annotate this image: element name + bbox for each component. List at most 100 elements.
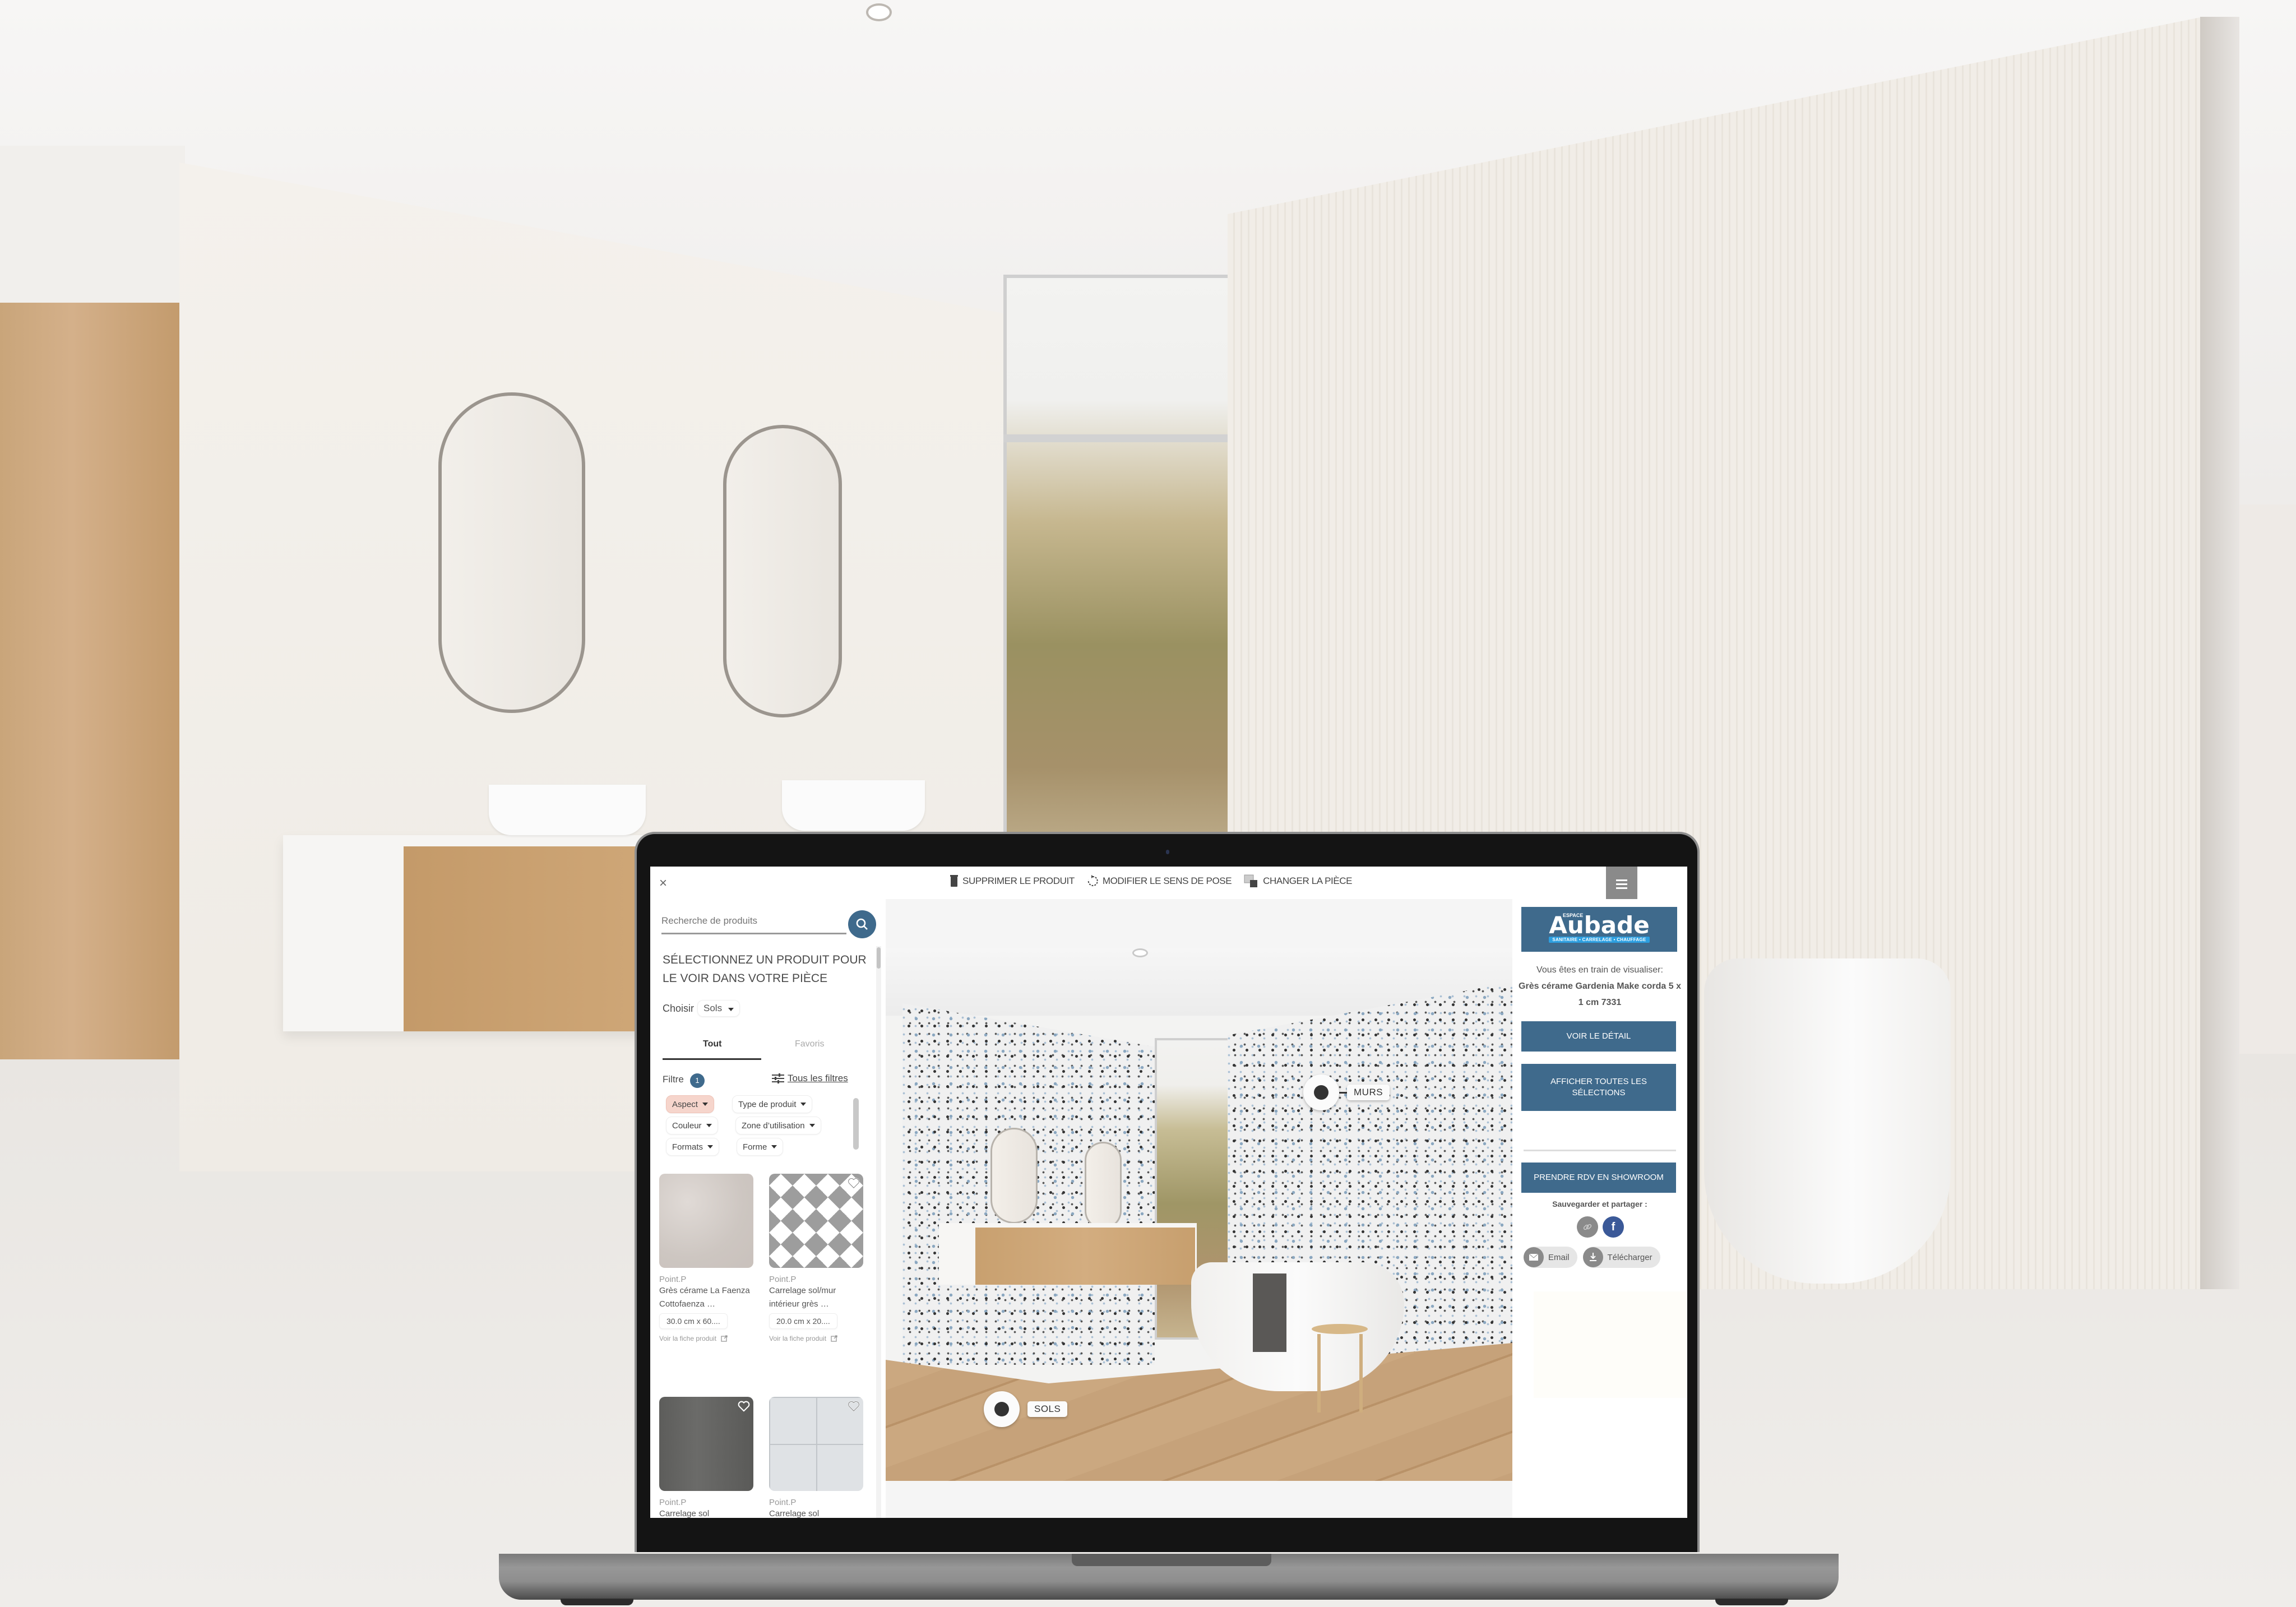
- room-render[interactable]: MURS SOLS: [886, 948, 1512, 1481]
- product-thumbnail[interactable]: [769, 1397, 863, 1491]
- render-vanity-drawers: [975, 1228, 1195, 1285]
- menu-button[interactable]: [1606, 867, 1637, 901]
- chip-label: Type de produit: [738, 1099, 797, 1109]
- product-thumbnail[interactable]: [769, 1174, 863, 1268]
- surface-select-value: Sols: [703, 1003, 723, 1013]
- chip-zone-utilisation[interactable]: Zone d’utilisation: [735, 1117, 821, 1134]
- hamburger-icon-line: [1616, 887, 1627, 889]
- download-button[interactable]: Télécharger: [1582, 1247, 1660, 1268]
- hamburger-icon-line: [1616, 879, 1627, 881]
- tab-favoris[interactable]: Favoris: [795, 1039, 824, 1049]
- bg-wall-edge: [2200, 17, 2239, 1289]
- heart-icon[interactable]: [848, 1177, 860, 1189]
- search-input[interactable]: [661, 911, 846, 930]
- surface-select[interactable]: Sols: [697, 1000, 740, 1017]
- product-sheet-link[interactable]: Voir la fiche produit: [769, 1335, 864, 1342]
- laptop-hinge-notch: [1072, 1554, 1271, 1566]
- delete-product-button[interactable]: SUPPRIMER LE PRODUIT: [950, 875, 1075, 887]
- app-screen: × SUPPRIMER LE PRODUIT MODIFIER LE SENS …: [650, 867, 1687, 1518]
- choose-label: Choisir: [663, 1002, 695, 1014]
- change-direction-label: MODIFIER LE SENS DE POSE: [1102, 876, 1232, 886]
- email-label: Email: [1548, 1252, 1570, 1262]
- product-card[interactable]: Point.P Carrelage sol/mur intérieur grès…: [769, 1174, 864, 1342]
- facebook-share-button[interactable]: f: [1603, 1216, 1624, 1238]
- choose-surface-row: Choisir Sols: [663, 1000, 740, 1017]
- chip-type-de-produit[interactable]: Type de produit: [732, 1095, 813, 1113]
- change-direction-button[interactable]: MODIFIER LE SENS DE POSE: [1087, 875, 1232, 887]
- search-button[interactable]: [848, 910, 876, 938]
- filter-label: Filtre: [663, 1074, 684, 1085]
- book-showroom-button[interactable]: PRENDRE RDV EN SHOWROOM: [1521, 1163, 1676, 1193]
- render-mirror-right: [1085, 1142, 1122, 1229]
- hotspot-dot-icon: [994, 1402, 1009, 1416]
- panel-scrollbar-track[interactable]: [876, 946, 881, 1518]
- hotspot-ring: [1303, 1075, 1339, 1110]
- product-thumbnail[interactable]: [659, 1174, 753, 1268]
- chips-scrollbar[interactable]: [853, 1098, 859, 1150]
- product-name: Carrelage sol/mur intérieur grès …: [769, 1286, 836, 1309]
- product-panel: SÉLECTIONNEZ UN PRODUIT POUR LE VOIR DAN…: [650, 899, 881, 1518]
- chevron-down-icon: [728, 1008, 734, 1011]
- product-tabs: Tout Favoris: [663, 1034, 870, 1062]
- room-visualizer: MURS SOLS: [886, 899, 1512, 1518]
- product-size[interactable]: 20.0 cm x 20....: [769, 1313, 837, 1329]
- bg-bathtub: [1704, 958, 1951, 1284]
- render-towel: [1253, 1273, 1286, 1352]
- product-card[interactable]: Point.P Carrelage sol: [769, 1397, 864, 1518]
- view-detail-button[interactable]: VOIR LE DÉTAIL: [1521, 1021, 1676, 1052]
- chevron-down-icon: [771, 1145, 777, 1148]
- chip-label: Forme: [743, 1142, 767, 1152]
- hotspot-dot-icon: [1314, 1085, 1328, 1100]
- filter-count-badge: 1: [690, 1073, 705, 1088]
- product-sheet-link[interactable]: Voir la fiche produit: [659, 1335, 754, 1342]
- chip-label: Formats: [672, 1142, 703, 1152]
- tab-tout[interactable]: Tout: [703, 1039, 721, 1049]
- hotspot-murs[interactable]: MURS: [1303, 1075, 1390, 1110]
- chevron-down-icon: [702, 1103, 708, 1106]
- all-filters-link[interactable]: Tous les filtres: [772, 1073, 848, 1084]
- email-button[interactable]: Email: [1524, 1247, 1577, 1268]
- laptop-camera: [1166, 850, 1169, 854]
- external-link-icon: [721, 1335, 728, 1342]
- hotspot-sols[interactable]: SOLS: [984, 1391, 1068, 1427]
- bg-wood-panel: [0, 303, 179, 1059]
- copy-link-button[interactable]: [1577, 1216, 1598, 1238]
- hamburger-icon-line: [1616, 883, 1627, 885]
- chip-couleur[interactable]: Couleur: [666, 1117, 718, 1134]
- heart-icon[interactable]: [848, 1400, 860, 1413]
- top-toolbar: × SUPPRIMER LE PRODUIT MODIFIER LE SENS …: [650, 867, 1687, 901]
- rotate-icon: [1087, 875, 1098, 886]
- chip-label: Zone d’utilisation: [742, 1120, 805, 1131]
- laptop-foot-right: [1715, 1599, 1788, 1605]
- sliders-icon: [772, 1073, 784, 1083]
- close-icon: ×: [659, 876, 668, 891]
- bg-mirror-left: [438, 392, 585, 713]
- delete-product-label: SUPPRIMER LE PRODUIT: [962, 876, 1075, 886]
- select-product-heading: SÉLECTIONNEZ UN PRODUIT POUR LE VOIR DAN…: [663, 953, 867, 985]
- product-card[interactable]: Point.P Carrelage sol: [659, 1397, 754, 1518]
- change-room-button[interactable]: CHANGER LA PIÈCE: [1244, 874, 1352, 888]
- bg-basin-left: [489, 785, 646, 835]
- product-size[interactable]: 30.0 cm x 60....: [659, 1313, 728, 1329]
- panel-scrollbar-thumb[interactable]: [877, 947, 881, 969]
- product-thumbnail[interactable]: [659, 1397, 753, 1491]
- chip-forme[interactable]: Forme: [737, 1138, 784, 1156]
- product-card[interactable]: Point.P Grès cérame La Faenza Cottofaenz…: [659, 1174, 754, 1342]
- hotspot-ring: [984, 1391, 1020, 1427]
- show-all-selections-button[interactable]: AFFICHER TOUTES LES SÉLECTIONS: [1521, 1064, 1676, 1111]
- filter-row: Filtre 1 Tous les filtres: [663, 1072, 870, 1089]
- chip-aspect[interactable]: Aspect: [666, 1095, 714, 1113]
- facebook-icon: f: [1611, 1220, 1615, 1233]
- close-button[interactable]: ×: [659, 877, 667, 890]
- promo-placeholder: [1534, 1291, 1687, 1398]
- chevron-down-icon: [800, 1103, 807, 1106]
- heart-icon[interactable]: [738, 1400, 750, 1413]
- share-label: Sauvegarder et partager :: [1552, 1200, 1647, 1208]
- chip-formats[interactable]: Formats: [666, 1138, 720, 1156]
- envelope-icon: [1524, 1247, 1544, 1267]
- share-icons: f: [1577, 1216, 1624, 1238]
- currently-viewing: Vous êtes en train de visualiser: Grès c…: [1518, 962, 1682, 1011]
- bg-window: [1003, 275, 1234, 892]
- render-stool: [1312, 1324, 1368, 1334]
- product-brand: Point.P: [659, 1275, 687, 1284]
